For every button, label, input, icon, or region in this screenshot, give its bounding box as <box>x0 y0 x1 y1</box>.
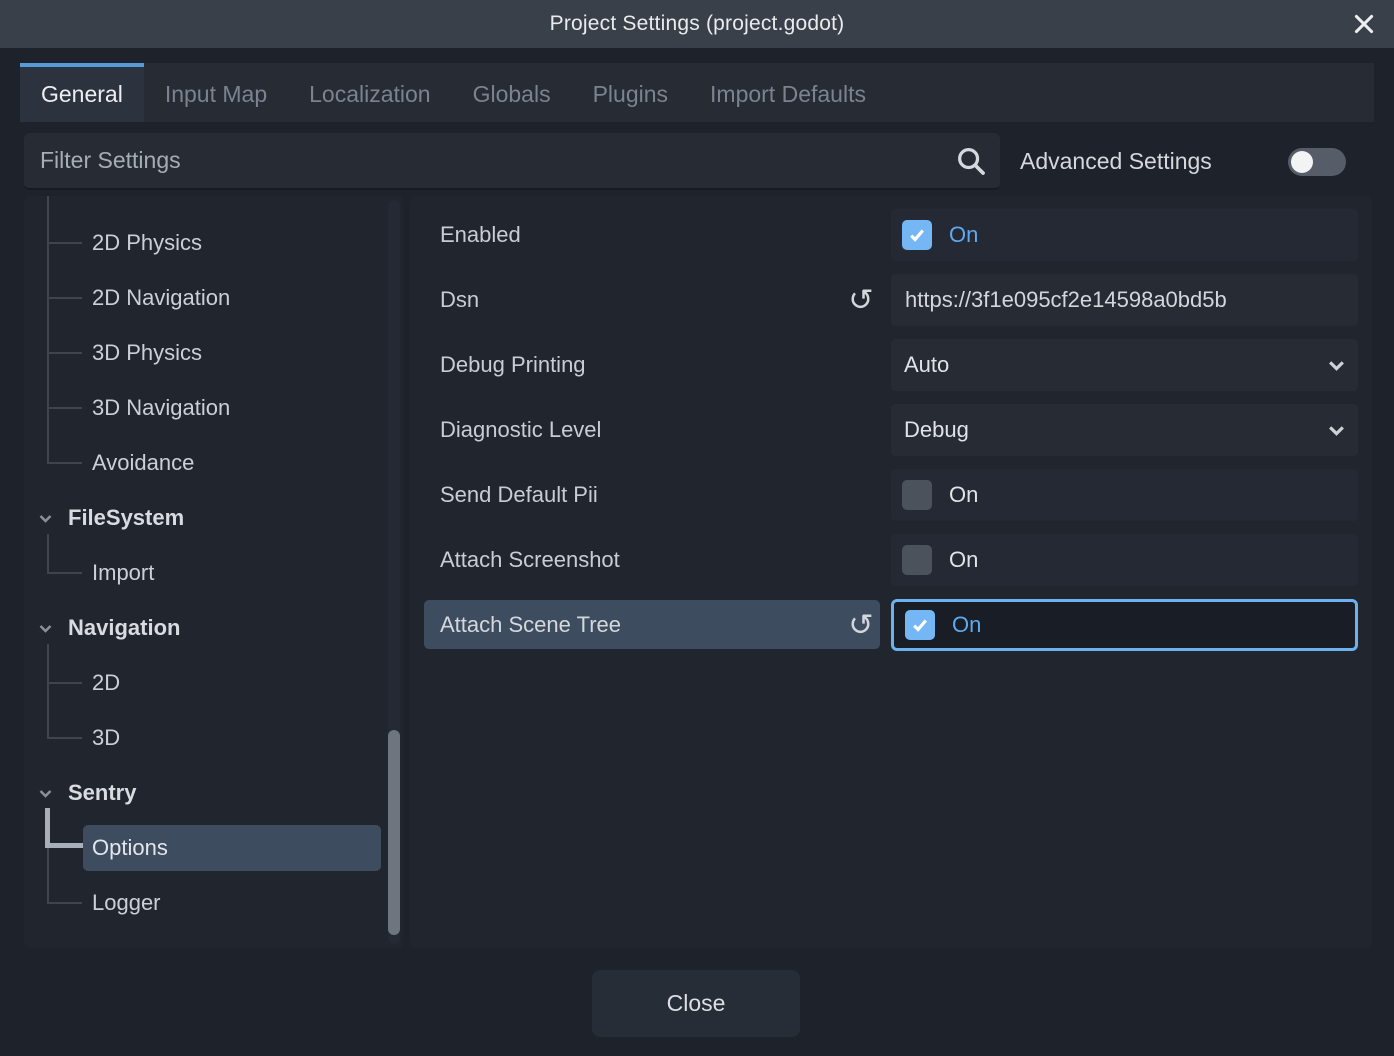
revert-icon[interactable]: ↺ <box>843 274 879 326</box>
chevron-down-icon <box>39 789 52 798</box>
diagnostic-level-dropdown[interactable]: Debug <box>891 404 1358 456</box>
setting-row-diagnostic-level: Diagnostic Level Debug <box>410 404 1372 456</box>
chevron-down-icon <box>39 624 52 633</box>
sidebar-item-3d-navigation[interactable]: 3D Navigation <box>24 380 403 435</box>
attach-screenshot-checkbox[interactable] <box>902 545 932 575</box>
tab-label: Localization <box>309 81 431 107</box>
setting-row-attach-screenshot: Attach Screenshot On <box>410 534 1372 586</box>
attach-scene-tree-checkbox[interactable] <box>905 610 935 640</box>
sidebar-item-label: 2D Navigation <box>92 284 231 310</box>
checkbox-value-label: On <box>949 222 979 247</box>
checkbox-value-label: On <box>952 612 982 637</box>
setting-row-dsn: Dsn ↺ https://3f1e095cf2e14598a0bd5b <box>410 274 1372 326</box>
dsn-value: https://3f1e095cf2e14598a0bd5b <box>905 287 1227 312</box>
setting-label: Send Default Pii <box>440 482 598 507</box>
sidebar-item-label: 3D Navigation <box>92 394 231 420</box>
setting-label: Attach Scene Tree <box>440 612 621 637</box>
attach-scene-tree-field: On <box>891 599 1358 651</box>
setting-label: Diagnostic Level <box>440 417 602 442</box>
filter-settings-field <box>24 133 1000 190</box>
window-title: Project Settings (project.godot) <box>549 12 845 35</box>
tab-localization[interactable]: Localization <box>288 63 451 122</box>
setting-label: Attach Screenshot <box>440 547 620 572</box>
checkbox-value-label: On <box>949 547 979 572</box>
tab-plugins[interactable]: Plugins <box>572 63 689 122</box>
sidebar-item-label: Options <box>92 834 168 860</box>
setting-label: Dsn <box>440 287 480 312</box>
sidebar-item-label: Import <box>92 559 155 585</box>
tab-label: Import Defaults <box>710 81 866 107</box>
sidebar-item-label: 2D Physics <box>92 229 203 255</box>
settings-panel: Enabled On Dsn ↺ https://3f1e095cf2e1459… <box>410 196 1372 948</box>
sidebar-item-label: Avoidance <box>92 449 195 475</box>
settings-tree: 2D Physics 2D Navigation 3D Physics 3D N… <box>24 196 403 948</box>
sidebar-item-navigation[interactable]: Navigation <box>24 600 403 655</box>
debug-printing-dropdown[interactable]: Auto <box>891 339 1358 391</box>
send-default-pii-checkbox[interactable] <box>902 480 932 510</box>
check-icon <box>913 619 928 632</box>
check-icon <box>910 229 925 242</box>
setting-row-send-default-pii: Send Default Pii On <box>410 469 1372 521</box>
close-icon[interactable] <box>1350 10 1378 38</box>
sidebar-item-label: 2D <box>92 669 121 695</box>
title-bar: Project Settings (project.godot) <box>0 0 1394 48</box>
sidebar-item-2d[interactable]: 2D <box>24 655 403 710</box>
chevron-down-icon <box>1329 361 1344 371</box>
advanced-settings-toggle[interactable] <box>1288 148 1346 176</box>
x-glyph <box>1354 14 1374 34</box>
tab-import-defaults[interactable]: Import Defaults <box>689 63 887 122</box>
filter-settings-input[interactable] <box>24 133 954 188</box>
tab-label: Globals <box>472 81 551 107</box>
enabled-checkbox[interactable] <box>902 220 932 250</box>
sidebar-item-sentry[interactable]: Sentry <box>24 765 403 820</box>
sidebar-item-label: Navigation <box>68 614 181 640</box>
chevron-down-icon <box>39 514 52 523</box>
setting-label: Enabled <box>440 222 521 247</box>
checkbox-value-label: On <box>949 482 979 507</box>
setting-row-debug-printing: Debug Printing Auto <box>410 339 1372 391</box>
tab-general[interactable]: General <box>20 63 144 122</box>
tab-label: General <box>41 81 123 107</box>
sidebar-item-label: Sentry <box>68 779 137 805</box>
tab-label: Plugins <box>592 81 669 107</box>
tab-strip: General Input Map Localization Globals P… <box>20 63 1374 122</box>
tab-label: Input Map <box>164 81 268 107</box>
sidebar-item-2d-physics[interactable]: 2D Physics <box>24 215 403 270</box>
dropdown-value: Auto <box>904 352 950 377</box>
close-button[interactable]: Close <box>592 970 800 1037</box>
sidebar-item-2d-navigation[interactable]: 2D Navigation <box>24 270 403 325</box>
toggle-knob <box>1291 151 1313 173</box>
chevron-down-icon <box>1329 426 1344 436</box>
scrollbar-thumb[interactable] <box>388 730 400 935</box>
sidebar-item-filesystem[interactable]: FileSystem <box>24 490 403 545</box>
sidebar-item-label: 3D Physics <box>92 339 203 365</box>
sidebar-item-options[interactable]: Options <box>24 820 403 875</box>
sidebar-item-3d-physics[interactable]: 3D Physics <box>24 325 403 380</box>
sidebar-item-label: FileSystem <box>68 504 185 530</box>
revert-icon[interactable]: ↺ <box>843 599 879 651</box>
dsn-text-field[interactable]: https://3f1e095cf2e14598a0bd5b <box>891 274 1358 326</box>
setting-row-enabled: Enabled On <box>410 209 1372 261</box>
sidebar-item-3d[interactable]: 3D <box>24 710 403 765</box>
search-icon <box>958 147 985 175</box>
sidebar-item-label: Logger <box>92 889 161 915</box>
advanced-settings-label: Advanced Settings <box>1020 148 1212 174</box>
sidebar-item-logger[interactable]: Logger <box>24 875 403 930</box>
setting-row-attach-scene-tree: Attach Scene Tree ↺ On <box>410 599 1372 651</box>
sidebar-item-avoidance[interactable]: Avoidance <box>24 435 403 490</box>
setting-label: Debug Printing <box>440 352 586 377</box>
sidebar-item-label: 3D <box>92 724 121 750</box>
dropdown-value: Debug <box>904 417 969 442</box>
tab-input-map[interactable]: Input Map <box>144 63 288 122</box>
tab-globals[interactable]: Globals <box>452 63 572 122</box>
sidebar-item-import[interactable]: Import <box>24 545 403 600</box>
